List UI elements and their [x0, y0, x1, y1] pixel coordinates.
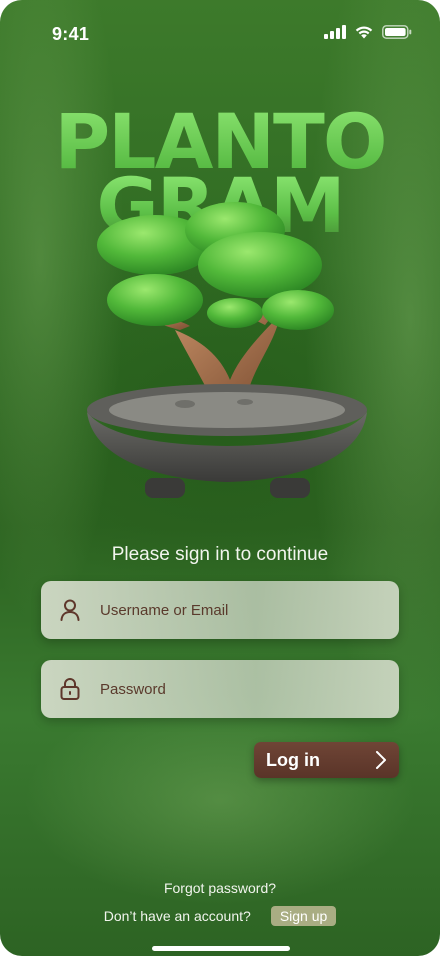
status-icons: [324, 25, 412, 39]
status-time: 9:41: [52, 24, 90, 44]
signup-button[interactable]: Sign up: [270, 906, 337, 926]
password-input[interactable]: [100, 680, 360, 698]
lock-icon: [58, 677, 82, 701]
signup-prompt: Don’t have an account?: [103, 908, 251, 924]
wifi-icon: [355, 26, 373, 39]
password-field[interactable]: [41, 660, 399, 718]
signal-icon: [324, 25, 346, 39]
username-input[interactable]: [100, 601, 360, 619]
forgot-password-link[interactable]: Forgot password?: [0, 880, 440, 896]
home-indicator: [152, 946, 290, 951]
chevron-right-icon: [376, 751, 386, 769]
signin-subtitle: Please sign in to continue: [111, 544, 329, 565]
user-icon: [58, 598, 82, 622]
username-field[interactable]: [41, 581, 399, 639]
login-button-label: Log in: [266, 749, 320, 770]
login-screen: 9:41 PLANTO GRAM: [0, 0, 440, 956]
battery-icon: [382, 25, 412, 39]
signup-row: Don’t have an account? Sign up: [0, 906, 440, 926]
bonsai-illustration: [87, 202, 367, 498]
login-button[interactable]: Log in: [254, 742, 399, 778]
